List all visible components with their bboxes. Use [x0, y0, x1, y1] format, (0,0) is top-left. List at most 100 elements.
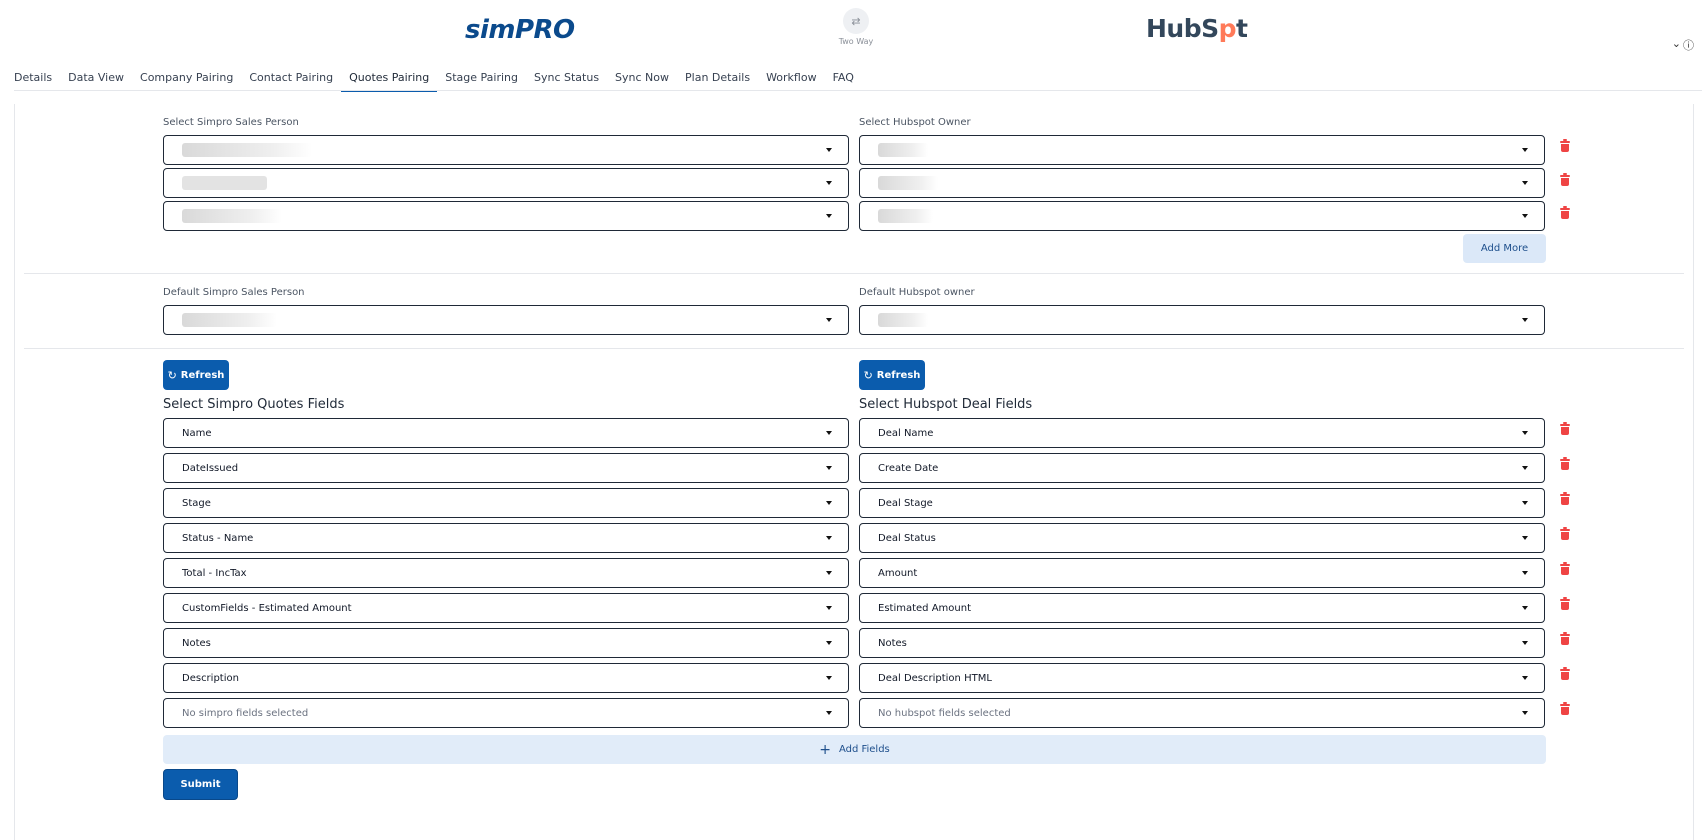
selected-value: No simpro fields selected [182, 707, 309, 719]
info-icon[interactable]: ⓘ [1683, 37, 1694, 53]
caret-down-icon [1522, 148, 1528, 152]
plus-icon: + [819, 741, 831, 758]
simpro-quotes-fields-title: Select Simpro Quotes Fields [163, 397, 345, 412]
simpro-field-select[interactable]: DateIssued [163, 453, 849, 483]
caret-down-icon [1522, 181, 1528, 185]
selected-value: Notes [182, 637, 211, 649]
selected-value: Deal Status [878, 532, 936, 544]
submit-button[interactable]: Submit [163, 769, 238, 800]
caret-down-icon [826, 711, 832, 715]
selected-value: Notes [878, 637, 907, 649]
caret-down-icon [1522, 501, 1528, 505]
selected-value: Total - IncTax [182, 567, 247, 579]
selected-value: Estimated Amount [878, 602, 971, 614]
header-actions: ⌄ ⓘ [1672, 37, 1694, 53]
hubspot-field-select[interactable]: Deal Stage [859, 488, 1545, 518]
tab-plan-details[interactable]: Plan Details [677, 68, 758, 92]
delete-owner-row-icon[interactable] [1560, 206, 1570, 219]
hubspot-owner-select[interactable] [859, 168, 1545, 198]
tab-sync-now[interactable]: Sync Now [607, 68, 677, 92]
delete-field-row-icon[interactable] [1560, 632, 1570, 645]
caret-down-icon [826, 214, 832, 218]
tab-details[interactable]: Details [14, 68, 60, 92]
selected-value: CustomFields - Estimated Amount [182, 602, 352, 614]
simpro-sales-person-select[interactable] [163, 201, 849, 231]
delete-field-row-icon[interactable] [1560, 702, 1570, 715]
simpro-field-select[interactable]: CustomFields - Estimated Amount [163, 593, 849, 623]
section-divider [24, 273, 1684, 274]
delete-field-row-icon[interactable] [1560, 492, 1570, 505]
hubspot-field-select[interactable]: Deal Description HTML [859, 663, 1545, 693]
caret-down-icon [1522, 318, 1528, 322]
hubspot-field-select[interactable]: Deal Status [859, 523, 1545, 553]
refresh-hubspot-fields-button[interactable]: ↻ Refresh [859, 360, 925, 390]
section-divider [24, 348, 1684, 349]
default-hubspot-owner-select[interactable] [859, 305, 1545, 335]
tab-stage-pairing[interactable]: Stage Pairing [437, 68, 526, 92]
hubspot-field-select[interactable]: Amount [859, 558, 1545, 588]
hubspot-field-select[interactable]: Deal Name [859, 418, 1545, 448]
delete-owner-row-icon[interactable] [1560, 139, 1570, 152]
redacted-value [182, 313, 277, 327]
simpro-field-select[interactable]: Notes [163, 628, 849, 658]
hubspot-field-select[interactable]: Estimated Amount [859, 593, 1545, 623]
simpro-field-select[interactable]: No simpro fields selected [163, 698, 849, 728]
tab-quotes-pairing[interactable]: Quotes Pairing [341, 68, 438, 92]
hubspot-logo: HubS p t [1146, 13, 1248, 43]
collapse-icon[interactable]: ⌄ [1672, 37, 1681, 53]
default-hubspot-owner-label: Default Hubspot owner [859, 287, 975, 298]
caret-down-icon [1522, 676, 1528, 680]
tabs-divider [14, 90, 1702, 91]
caret-down-icon [826, 536, 832, 540]
caret-down-icon [826, 318, 832, 322]
selected-value: Deal Name [878, 427, 934, 439]
add-fields-button[interactable]: + Add Fields [163, 735, 1546, 764]
selected-value: Status - Name [182, 532, 254, 544]
tab-sync-status[interactable]: Sync Status [526, 68, 607, 92]
tab-faq[interactable]: FAQ [825, 68, 862, 92]
selected-value: Create Date [878, 462, 939, 474]
simpro-field-select[interactable]: Status - Name [163, 523, 849, 553]
caret-down-icon [1522, 711, 1528, 715]
delete-field-row-icon[interactable] [1560, 527, 1570, 540]
simpro-sales-person-select[interactable] [163, 135, 849, 165]
hubspot-field-select[interactable]: No hubspot fields selected [859, 698, 1545, 728]
tab-company-pairing[interactable]: Company Pairing [132, 68, 241, 92]
delete-owner-row-icon[interactable] [1560, 173, 1570, 186]
delete-field-row-icon[interactable] [1560, 562, 1570, 575]
sync-mode-label: Two Way [838, 37, 874, 46]
simpro-field-select[interactable]: Total - IncTax [163, 558, 849, 588]
simpro-field-select[interactable]: Description [163, 663, 849, 693]
caret-down-icon [1522, 466, 1528, 470]
tab-contact-pairing[interactable]: Contact Pairing [241, 68, 341, 92]
tab-workflow[interactable]: Workflow [758, 68, 825, 92]
caret-down-icon [1522, 641, 1528, 645]
delete-field-row-icon[interactable] [1560, 667, 1570, 680]
selected-value: Deal Stage [878, 497, 933, 509]
add-more-button[interactable]: Add More [1463, 234, 1546, 263]
caret-down-icon [826, 431, 832, 435]
selected-value: Name [182, 427, 212, 439]
selected-value: Description [182, 672, 239, 684]
default-simpro-sales-person-label: Default Simpro Sales Person [163, 287, 305, 298]
default-simpro-sales-person-select[interactable] [163, 305, 849, 335]
simpro-logo: simPRO [465, 15, 575, 45]
redacted-value [878, 209, 933, 223]
caret-down-icon [826, 466, 832, 470]
delete-field-row-icon[interactable] [1560, 457, 1570, 470]
simpro-sales-person-select[interactable] [163, 168, 849, 198]
delete-field-row-icon[interactable] [1560, 597, 1570, 610]
caret-down-icon [1522, 214, 1528, 218]
caret-down-icon [826, 676, 832, 680]
simpro-sales-person-label: Select Simpro Sales Person [163, 117, 299, 128]
simpro-field-select[interactable]: Name [163, 418, 849, 448]
tab-data-view[interactable]: Data View [60, 68, 132, 92]
selected-value: Stage [182, 497, 211, 509]
refresh-simpro-fields-button[interactable]: ↻ Refresh [163, 360, 229, 390]
hubspot-field-select[interactable]: Create Date [859, 453, 1545, 483]
hubspot-field-select[interactable]: Notes [859, 628, 1545, 658]
simpro-field-select[interactable]: Stage [163, 488, 849, 518]
hubspot-owner-select[interactable] [859, 201, 1545, 231]
delete-field-row-icon[interactable] [1560, 422, 1570, 435]
hubspot-owner-select[interactable] [859, 135, 1545, 165]
